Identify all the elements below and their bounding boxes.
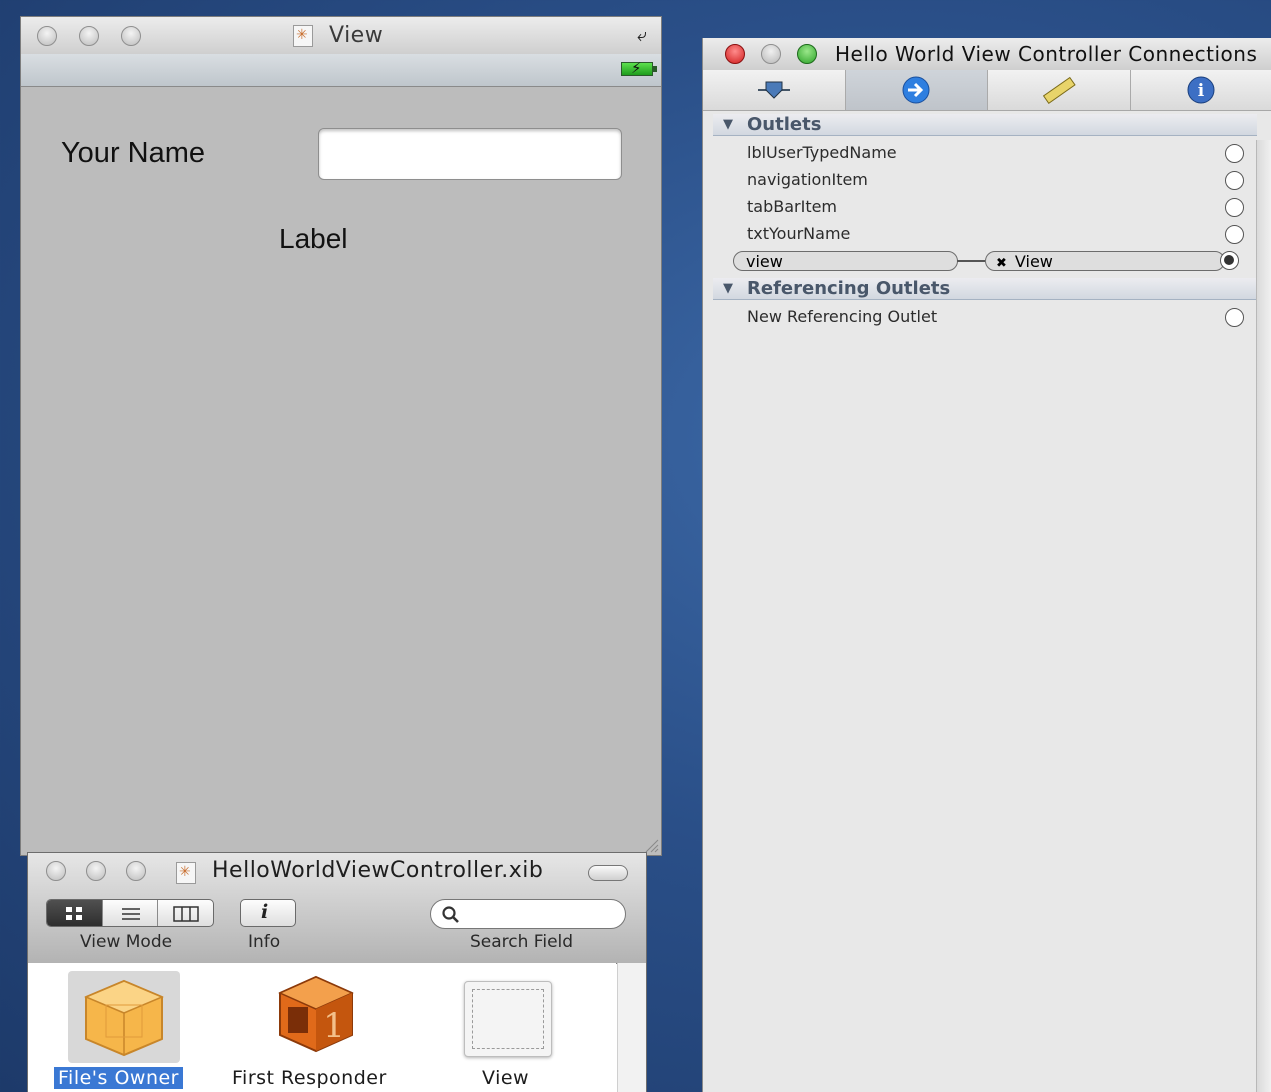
view-object[interactable] — [464, 981, 552, 1057]
window-title: View — [329, 23, 384, 48]
battery-icon: ⚡ — [621, 59, 657, 77]
view-mode-label: View Mode — [80, 932, 173, 952]
toolbar-toggle-button[interactable] — [588, 865, 628, 881]
identity-tab[interactable]: i — [1131, 70, 1271, 110]
outlets-header[interactable]: Outlets — [713, 114, 1257, 136]
size-tab[interactable] — [988, 70, 1131, 110]
svg-text:1: 1 — [323, 1006, 345, 1046]
grid-icon — [66, 907, 82, 920]
minimize-button[interactable] — [761, 44, 781, 64]
rotate-icon[interactable]: ⤶ — [637, 25, 647, 46]
referencing-outlets-header-label: Referencing Outlets — [747, 278, 951, 299]
close-button[interactable] — [37, 26, 57, 46]
inspector-titlebar[interactable]: Hello World View Controller Connections — [703, 38, 1271, 71]
xib-window-title: HelloWorldViewController.xib — [212, 858, 544, 883]
view-window: View ⤶ ⚡ Your Name Label — [20, 16, 662, 856]
search-field[interactable] — [430, 899, 626, 929]
info-icon: i — [1187, 76, 1215, 104]
ruler-icon — [1042, 76, 1076, 104]
attributes-icon — [757, 81, 790, 99]
first-responder-object[interactable]: 1 — [264, 971, 364, 1063]
close-button[interactable] — [725, 44, 745, 64]
xib-toolbar: HelloWorldViewController.xib View Mode — [28, 853, 646, 964]
disconnect-icon[interactable]: ✖ — [996, 256, 1007, 271]
status-bar: ⚡ — [21, 54, 661, 87]
close-button[interactable] — [46, 861, 66, 881]
your-name-label: Your Name — [61, 137, 206, 169]
connections-icon — [902, 76, 930, 104]
view-mode-control[interactable] — [46, 899, 214, 927]
minimize-button[interactable] — [86, 861, 106, 881]
outlet-row[interactable]: navigationItem — [747, 168, 1244, 192]
search-icon — [442, 906, 459, 923]
files-owner-object[interactable] — [68, 971, 180, 1063]
connect-circle[interactable] — [1225, 225, 1244, 244]
connect-circle[interactable] — [1225, 308, 1244, 327]
columns-icon — [173, 906, 200, 922]
outlet-row[interactable]: txtYourName — [747, 222, 1244, 246]
name-text-field[interactable] — [318, 128, 622, 180]
document-icon — [176, 862, 196, 884]
outlets-header-label: Outlets — [747, 114, 822, 135]
zoom-button[interactable] — [126, 861, 146, 881]
connection-line — [957, 260, 985, 262]
first-responder-label: First Responder — [232, 1067, 387, 1089]
inspector-tabs: i — [703, 70, 1271, 111]
list-view-button[interactable] — [103, 900, 159, 926]
outlet-name: txtYourName — [747, 224, 851, 243]
label: Label — [279, 223, 348, 254]
icon-view-button[interactable] — [47, 900, 103, 926]
scrollbar[interactable] — [1256, 140, 1271, 1092]
target-name: View — [1014, 252, 1053, 271]
view-object-label: View — [482, 1067, 530, 1089]
xib-document-window: HelloWorldViewController.xib View Mode — [27, 852, 647, 1092]
svg-text:i: i — [1198, 81, 1205, 101]
connect-circle[interactable] — [1225, 144, 1244, 163]
info-label: Info — [248, 932, 281, 952]
search-field-label: Search Field — [470, 932, 574, 952]
info-button[interactable]: i — [240, 899, 296, 927]
outlet-pill[interactable]: view — [733, 251, 958, 271]
resize-grip-icon[interactable] — [643, 837, 659, 853]
files-owner-label: File's Owner — [54, 1067, 183, 1089]
zoom-button[interactable] — [797, 44, 817, 64]
scrollbar[interactable] — [617, 963, 646, 1092]
document-icon — [293, 25, 313, 47]
column-view-button[interactable] — [158, 900, 213, 926]
outlet-name: navigationItem — [747, 170, 868, 189]
files-owner-icon — [84, 979, 164, 1057]
outlet-name: lblUserTypedName — [747, 143, 897, 162]
outlet-name: tabBarItem — [747, 197, 838, 216]
outlet-row[interactable]: lblUserTypedName — [747, 141, 1244, 165]
connect-circle[interactable] — [1220, 251, 1239, 270]
view-object-icon — [472, 989, 544, 1049]
target-pill[interactable]: ✖ View — [985, 251, 1225, 271]
outlet-row[interactable]: New Referencing Outlet — [747, 305, 1244, 329]
outlet-name: New Referencing Outlet — [747, 307, 938, 326]
inspector-title: Hello World View Controller Connections — [835, 42, 1258, 66]
first-responder-icon: 1 — [278, 975, 354, 1053]
referencing-outlets-header[interactable]: Referencing Outlets — [713, 278, 1257, 300]
zoom-button[interactable] — [121, 26, 141, 46]
connections-inspector: Hello World View Controller Connections … — [702, 38, 1271, 1092]
connections-tab[interactable] — [845, 70, 988, 110]
connect-circle[interactable] — [1225, 171, 1244, 190]
connected-outlet-row[interactable]: view ✖ View — [733, 249, 1253, 273]
connect-circle[interactable] — [1225, 198, 1244, 217]
minimize-button[interactable] — [79, 26, 99, 46]
outlet-name: view — [746, 252, 783, 271]
attributes-tab[interactable] — [703, 70, 846, 110]
outlet-row[interactable]: tabBarItem — [747, 195, 1244, 219]
list-icon — [121, 908, 140, 920]
view-window-titlebar[interactable]: View ⤶ — [21, 17, 661, 55]
info-icon: i — [261, 901, 269, 923]
